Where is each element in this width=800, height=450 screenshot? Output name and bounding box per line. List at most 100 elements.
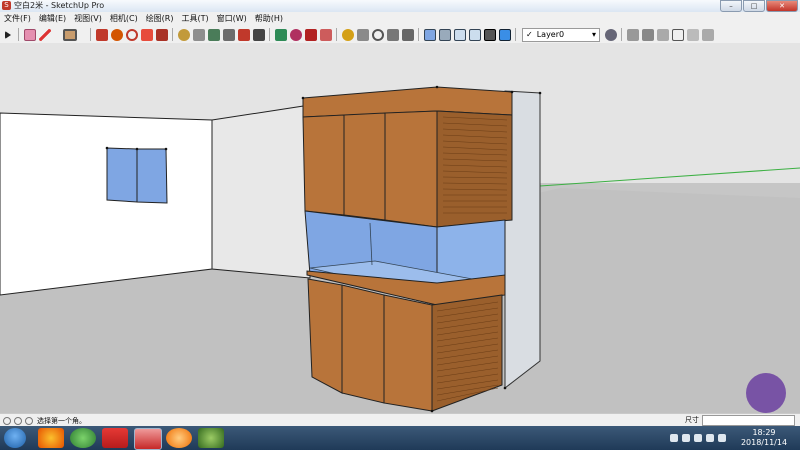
taskbar-app-autocad-icon[interactable] (102, 428, 128, 448)
pan-icon[interactable] (356, 28, 369, 41)
section-plane-icon[interactable] (252, 28, 265, 41)
upper-door-3 (384, 110, 438, 228)
offset-icon[interactable] (155, 28, 168, 41)
styles-icon[interactable] (304, 28, 317, 41)
upper-door-2 (343, 112, 386, 221)
tray-flag-icon[interactable] (694, 434, 702, 442)
rotate-icon[interactable] (125, 28, 138, 41)
toolbar-separator (621, 28, 622, 41)
taskbar-app-sketchup-icon[interactable] (134, 428, 162, 450)
front-view-icon[interactable] (453, 28, 466, 41)
window-pane-left (106, 147, 138, 203)
chevron-down-icon: ▾ (591, 30, 596, 39)
toolbar-separator (418, 28, 419, 41)
toolbar: ✓ Layer0 ▾ (0, 26, 800, 44)
drawing-viewport[interactable] (0, 43, 800, 413)
window-pane-right (136, 148, 168, 204)
share-model-icon[interactable] (686, 28, 699, 41)
title-bar: S 空白2米 - SketchUp Pro – □ ✕ (0, 0, 800, 12)
lower-door-1 (307, 278, 343, 394)
measurements-box: 尺寸 (685, 414, 795, 426)
menu-camera[interactable]: 相机(C) (106, 12, 142, 26)
textured-style-icon[interactable] (498, 28, 511, 41)
paint-bucket-icon[interactable] (319, 28, 332, 41)
get-models-icon[interactable] (641, 28, 654, 41)
menu-edit[interactable]: 编辑(E) (35, 12, 70, 26)
info-icon[interactable] (3, 416, 11, 425)
status-bar: 选择第一个角。 尺寸 (0, 413, 800, 427)
house-outline-icon[interactable] (671, 28, 684, 41)
taskbar-app-photos-icon[interactable] (38, 428, 64, 448)
zoom-icon[interactable] (371, 28, 384, 41)
dropdown-arrow-icon[interactable] (80, 29, 86, 41)
menu-view[interactable]: 视图(V) (70, 12, 106, 26)
home-icon[interactable] (656, 28, 669, 41)
taskbar-app-browser-icon[interactable] (70, 428, 96, 448)
sketchup-app-icon[interactable]: S (2, 1, 11, 10)
iso-view-icon[interactable] (423, 28, 436, 41)
measurements-input[interactable] (702, 414, 795, 426)
taskbar-clock[interactable]: 18:29 2018/11/14 (734, 428, 794, 448)
zoom-extents-icon[interactable] (386, 28, 399, 41)
orbit-icon[interactable] (341, 28, 354, 41)
close-button[interactable]: ✕ (766, 0, 798, 12)
right-view-icon[interactable] (468, 28, 481, 41)
layer-check-icon: ✓ (526, 30, 533, 39)
push-pull-icon[interactable] (95, 28, 108, 41)
layer-select[interactable]: ✓ Layer0 ▾ (522, 27, 600, 42)
tray-volume-icon[interactable] (706, 434, 714, 442)
tray-input-icon[interactable] (718, 434, 726, 442)
pencil-icon[interactable] (38, 28, 51, 41)
components-icon[interactable] (274, 28, 287, 41)
eraser-icon[interactable] (23, 28, 36, 41)
tape-measure-icon[interactable] (177, 28, 190, 41)
menu-file[interactable]: 文件(F) (0, 12, 35, 26)
lower-door-3 (383, 294, 433, 412)
scale-icon[interactable] (140, 28, 153, 41)
walk-icon[interactable] (401, 28, 414, 41)
scene-svg (0, 43, 800, 413)
warehouse-icon[interactable] (626, 28, 639, 41)
clock-time: 18:29 (752, 428, 776, 437)
layer-manager-icon[interactable] (604, 28, 617, 41)
dimension-icon[interactable] (192, 28, 205, 41)
toolbar-separator (18, 28, 19, 41)
toolbar-separator (90, 28, 91, 41)
measurements-label: 尺寸 (685, 416, 699, 424)
left-wall (0, 112, 213, 296)
toolbar-separator (269, 28, 270, 41)
menu-draw[interactable]: 绘图(R) (142, 12, 178, 26)
text-icon[interactable] (222, 28, 235, 41)
axes-icon[interactable] (237, 28, 250, 41)
start-button[interactable] (4, 428, 26, 448)
minimize-button[interactable]: – (720, 0, 742, 12)
top-view-icon[interactable] (438, 28, 451, 41)
dropdown-arrow-icon[interactable] (54, 29, 60, 41)
side-wall (211, 104, 311, 279)
taskbar-app-wechat-icon[interactable] (198, 428, 224, 448)
shaded-style-icon[interactable] (483, 28, 496, 41)
geo-location-icon[interactable] (14, 416, 22, 425)
materials-icon[interactable] (289, 28, 302, 41)
rectangle-tool-icon[interactable] (62, 28, 77, 41)
system-tray: 18:29 2018/11/14 (660, 426, 800, 450)
upper-door-1 (302, 114, 345, 216)
credits-icon[interactable] (25, 416, 33, 425)
tray-app-icon[interactable] (682, 434, 690, 442)
extension-icon[interactable] (701, 28, 714, 41)
menu-help[interactable]: 帮助(H) (251, 12, 287, 26)
lower-door-2 (341, 284, 385, 404)
status-hint: 选择第一个角。 (37, 416, 86, 425)
toolbar-separator (515, 28, 516, 41)
menu-window[interactable]: 窗口(W) (213, 12, 251, 26)
menu-tools[interactable]: 工具(T) (178, 12, 213, 26)
tray-network-icon[interactable] (670, 434, 678, 442)
protractor-icon[interactable] (207, 28, 220, 41)
maximize-button[interactable]: □ (743, 0, 765, 12)
select-arrow-icon[interactable] (5, 30, 11, 39)
menu-bar: 文件(F) 编辑(E) 视图(V) 相机(C) 绘图(R) 工具(T) 窗口(W… (0, 12, 800, 26)
clock-date: 2018/11/14 (740, 438, 788, 447)
overlay-badge (746, 373, 786, 413)
taskbar-app-game-icon[interactable] (166, 428, 192, 448)
move-icon[interactable] (110, 28, 123, 41)
